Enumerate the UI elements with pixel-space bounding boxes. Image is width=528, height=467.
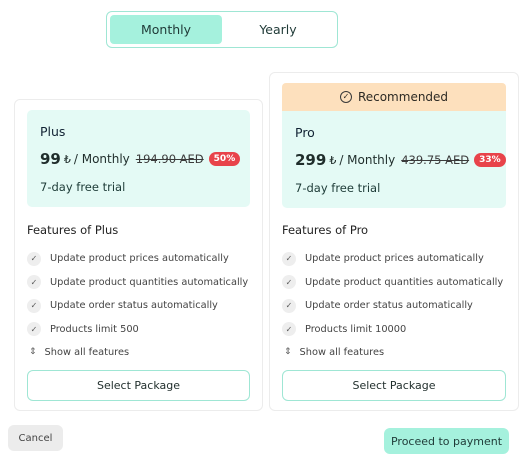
check-icon: ✓ <box>282 322 296 337</box>
check-icon: ✓ <box>27 251 41 266</box>
check-icon: ✓ <box>27 298 41 313</box>
show-all-label: Show all features <box>299 346 385 358</box>
chevron-up-down-icon: ⇕ <box>29 347 37 357</box>
feature-item: ✓ Update product prices automatically <box>282 247 506 271</box>
plan-card-pro: ✓ Recommended Pro 299 ₺ / Monthly 439.75… <box>269 72 519 411</box>
feature-label: Update product prices automatically <box>305 253 484 265</box>
feature-item: ✓ Update order status automatically <box>27 294 250 318</box>
check-icon: ✓ <box>27 275 41 290</box>
feature-list: ✓ Update product prices automatically ✓ Up… <box>282 247 506 363</box>
price-line: 99 ₺ / Monthly 194.90 AED 50% <box>40 150 241 168</box>
feature-item: ✓ Update product quantities automatically <box>282 271 506 295</box>
price-box: Plus 99 ₺ / Monthly 194.90 AED 50% 7-day… <box>27 110 250 207</box>
recommended-banner: ✓ Recommended <box>282 83 506 111</box>
currency-symbol: ₺ <box>329 153 337 167</box>
proceed-to-payment-button[interactable]: Proceed to payment <box>384 428 509 454</box>
original-price: 194.90 AED <box>135 152 204 166</box>
price-box: Pro 299 ₺ / Monthly 439.75 AED 33% 7-day… <box>282 111 506 208</box>
price-period: / Monthly <box>73 152 130 166</box>
discount-badge: 33% <box>474 153 506 167</box>
show-all-features[interactable]: ⇕ Show all features <box>27 341 250 363</box>
feature-label: Products limit 500 <box>50 323 139 335</box>
feature-item: ✓ Products limit 10000 <box>282 318 506 342</box>
trial-label: 7-day free trial <box>40 180 126 194</box>
feature-item: ✓ Products limit 500 <box>27 318 250 342</box>
feature-label: Update order status automatically <box>305 300 473 312</box>
feature-label: Update product quantities automatically <box>50 276 249 288</box>
price-period: / Monthly <box>339 153 396 167</box>
select-package-button[interactable]: Select Package <box>27 370 250 401</box>
check-icon: ✓ <box>27 322 41 337</box>
features-title: Features of Pro <box>282 223 369 237</box>
plan-name: Plus <box>40 124 66 139</box>
trial-label: 7-day free trial <box>295 181 381 195</box>
feature-label: Update product prices automatically <box>50 253 229 265</box>
feature-label: Products limit 10000 <box>305 323 407 335</box>
feature-item: ✓ Update product prices automatically <box>27 247 250 271</box>
cancel-button[interactable]: Cancel <box>8 425 63 451</box>
check-icon: ✓ <box>282 275 296 290</box>
show-all-features[interactable]: ⇕ Show all features <box>282 341 506 363</box>
original-price: 439.75 AED <box>401 153 470 167</box>
price-amount: 99 <box>40 150 61 168</box>
feature-item: ✓ Update order status automatically <box>282 294 506 318</box>
feature-label: Update product quantities automatically <box>305 276 504 288</box>
toggle-monthly[interactable]: Monthly <box>110 15 222 44</box>
discount-badge: 50% <box>208 152 241 166</box>
check-icon: ✓ <box>282 251 296 266</box>
price-line: 299 ₺ / Monthly 439.75 AED 33% <box>295 151 506 169</box>
check-circle-icon: ✓ <box>339 91 352 103</box>
price-amount: 299 <box>295 151 327 169</box>
billing-toggle: Monthly Yearly <box>106 11 338 48</box>
features-title: Features of Plus <box>27 223 119 237</box>
feature-list: ✓ Update product prices automatically ✓ Up… <box>27 247 250 363</box>
select-package-button[interactable]: Select Package <box>282 370 506 401</box>
currency-symbol: ₺ <box>63 152 71 166</box>
plan-name: Pro <box>295 125 315 140</box>
feature-item: ✓ Update product quantities automatically <box>27 271 250 295</box>
plan-card-plus: Plus 99 ₺ / Monthly 194.90 AED 50% 7-day… <box>14 99 263 411</box>
recommended-label: Recommended <box>357 90 449 104</box>
toggle-yearly[interactable]: Yearly <box>222 15 334 44</box>
feature-label: Update order status automatically <box>50 300 218 312</box>
check-icon: ✓ <box>282 298 296 313</box>
chevron-up-down-icon: ⇕ <box>284 347 292 357</box>
show-all-label: Show all features <box>44 346 130 358</box>
